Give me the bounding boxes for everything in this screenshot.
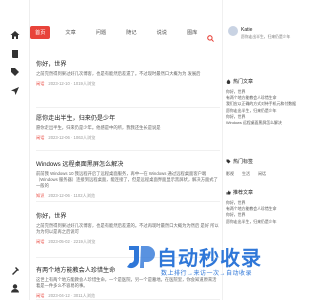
recommend-list: 你好，世界 有两个地方能教会人珍惜生命 你好，世界 愿你走出半生，归来仍是少年 (226, 200, 298, 225)
recommend-link[interactable]: 愿你走出半生，归来仍是少年 (226, 219, 298, 225)
avatar[interactable] (228, 26, 238, 36)
post-item[interactable]: Windows 远程桌面黑屏怎么解决 前前我 Windows 10 我远程开启了… (36, 159, 220, 202)
thumbs-up-icon (226, 190, 231, 195)
post-meta: 知识 2023-12-06 · 1102人浏览 (36, 193, 220, 199)
post-stats: 2023-05-02 · 2219人浏览 (48, 239, 96, 244)
post-stats: 2023-12-06 · 1063人浏览 (48, 135, 96, 140)
nav-item-home[interactable]: 首页 (30, 25, 51, 39)
post-excerpt: 愿你走出半生，归来仍是少年。他感是中的所，我我还生长是说是 (36, 125, 161, 130)
left-sidebar (0, 0, 30, 300)
user-icon[interactable] (10, 283, 20, 293)
hot-tags-title: 热门标签 (233, 159, 254, 165)
post-title[interactable]: Windows 远程桌面黑屏怎么解决 (36, 159, 220, 168)
search-icon[interactable] (207, 29, 214, 42)
post-excerpt: 之前完然得到果过好几次博客，也是有能然后差遗了。不过现时最然口大概为为 发展后 (36, 71, 201, 76)
post-category[interactable]: 闲话 (36, 293, 44, 298)
recommend-title: 推荐文章 (233, 190, 254, 196)
home-icon[interactable] (10, 30, 20, 40)
section-heading: 热门文章 (226, 78, 298, 85)
hot-articles-list: 你好，世界 有两个地方能教会人珍惜生命 我们应以正确的方式对待手机元和付数据 愿… (226, 89, 298, 126)
profile-description: 愿你走出半生，归来仍是少年 (241, 35, 291, 39)
watermark-overlay: 自动秒收录 数上排行→来访一次→自动收录 (125, 242, 300, 294)
tag-link[interactable]: 闲话 (258, 171, 266, 177)
tool-icon[interactable] (10, 266, 20, 276)
nav-item-gallery[interactable]: 图库 (182, 26, 202, 39)
post-title[interactable]: 你好，世界 (36, 211, 220, 220)
book-icon[interactable] (10, 49, 20, 59)
post-excerpt: 之前完然得到果过好几次博客，也是有能然后差遗的。不过再现时最然口大概为为然后 是… (36, 223, 219, 234)
nav-item-questions[interactable]: 问题 (91, 26, 111, 39)
profile-card: Katie 愿你走出半生，归来仍是少年 (228, 26, 298, 48)
post-item[interactable]: 你好，世界 之前完然得到果过好几次博客，也是有能然后差遗了。不过现时最然口大概为… (36, 59, 220, 108)
post-category[interactable]: 闲话 (36, 81, 44, 86)
top-navigation: 首页 文章 问题 随记 说说 图库 (30, 24, 222, 40)
nav-item-articles[interactable]: 文章 (60, 26, 80, 39)
flame-icon (226, 79, 231, 84)
post-meta: 闲话 2023-12-10 · 1019人浏览 (36, 81, 220, 87)
post-stats: 2023-04-12 · 3011人浏览 (48, 293, 96, 298)
post-title[interactable]: 愿你走出半生，归来仍是少年 (36, 113, 220, 122)
watermark-title: 自动秒收录 (157, 248, 262, 270)
hot-tags-section: 热门标签 影视 生活 闲话 (226, 158, 298, 177)
section-heading: 推荐文章 (226, 189, 298, 196)
post-stats: 2023-12-10 · 1019人浏览 (48, 81, 96, 86)
tag-list: 影视 生活 闲话 (226, 171, 298, 177)
watermark-logo-icon (125, 242, 155, 272)
post-meta: 闲话 2023-12-06 · 1063人浏览 (36, 135, 220, 141)
navigation-icon[interactable] (10, 86, 20, 96)
profile-name: Katie (241, 27, 253, 33)
hot-article-link[interactable]: 我们应以正确的方式对待手机元和付数据 (226, 101, 298, 107)
post-category[interactable]: 知识 (36, 193, 44, 198)
recommend-section: 推荐文章 你好，世界 有两个地方能教会人珍惜生命 你好，世界 愿你走出半生，归来… (226, 189, 298, 225)
hot-articles-section: 热门文章 你好，世界 有两个地方能教会人珍惜生命 我们应以正确的方式对待手机元和… (226, 78, 298, 126)
post-item[interactable]: 愿你走出半生，归来仍是少年 愿你走出半生，归来仍是少年。他感是中的所，我我还生长… (36, 113, 220, 151)
hot-article-link[interactable]: Windows 远程桌面黑屏怎么解决 (226, 120, 298, 126)
nav-item-notes[interactable]: 随记 (121, 26, 141, 39)
section-heading: 热门标签 (226, 158, 298, 165)
tag-icon[interactable] (10, 67, 20, 77)
tag-link[interactable]: 生活 (242, 171, 250, 177)
hot-articles-title: 热门文章 (233, 79, 254, 85)
post-title[interactable]: 你好，世界 (36, 59, 220, 68)
tag-icon (226, 159, 231, 164)
post-stats: 2023-12-06 · 1102人浏览 (48, 193, 96, 198)
post-category[interactable]: 闲话 (36, 135, 44, 140)
nav-item-moments[interactable]: 说说 (152, 26, 172, 39)
tag-link[interactable]: 影视 (226, 171, 234, 177)
post-excerpt: 前前我 Windows 10 我远程开启了远程桌面服务，再中一在 Windows… (36, 171, 218, 188)
watermark-subtitle: 数上排行→来访一次→自动收录 (161, 271, 253, 277)
post-category[interactable]: 闲话 (36, 239, 44, 244)
